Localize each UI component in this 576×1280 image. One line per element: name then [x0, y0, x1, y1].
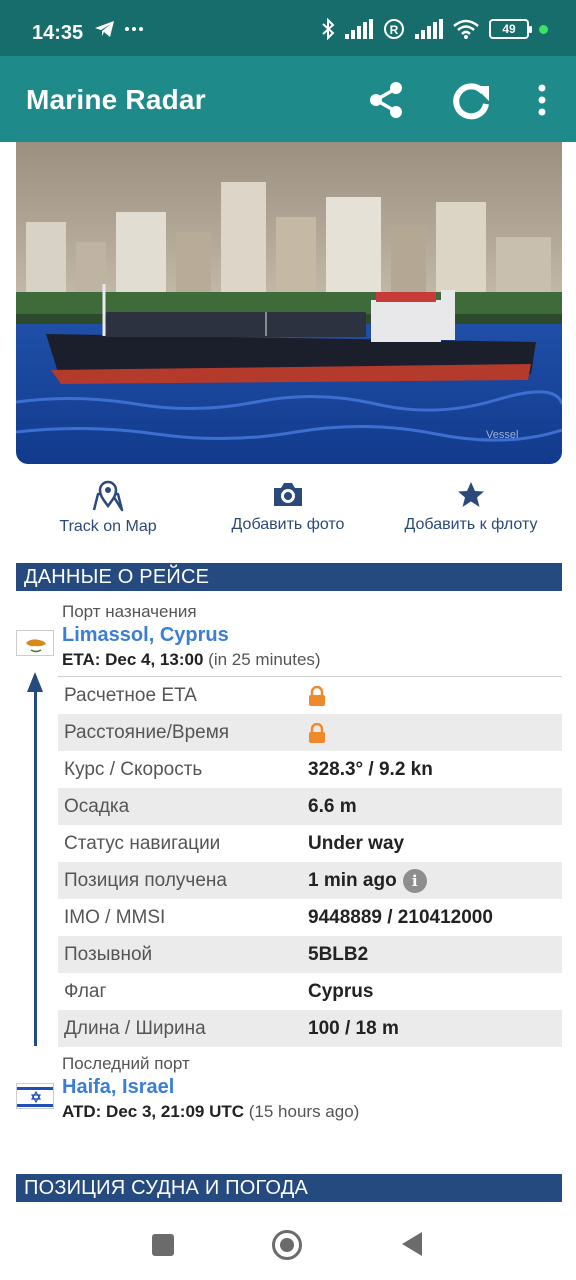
row-value: Cyprus [308, 980, 374, 1002]
status-time: 14:35 [32, 22, 84, 44]
position-weather-section-header: ПОЗИЦИЯ СУДНА И ПОГОДА [16, 1174, 562, 1202]
row-label: IMO / MMSI [64, 906, 166, 928]
destination-eta: ETA: Dec 4, 13:00 (in 25 minutes) [62, 650, 321, 670]
wifi-icon [453, 19, 479, 39]
row-label: Расчетное ETA [64, 684, 197, 706]
row-label: Расстояние/Время [64, 721, 230, 743]
lock-icon[interactable] [308, 722, 326, 743]
row-label: Статус навигации [64, 832, 221, 854]
svg-text:Vessel: Vessel [486, 429, 518, 441]
refresh-icon[interactable] [450, 80, 492, 122]
track-on-map-label: Track on Map [59, 518, 157, 535]
row-value: 9448889 / 210412000 [308, 906, 493, 928]
status-right-icons: R 49 [321, 18, 548, 40]
row-value: Under way [308, 832, 405, 854]
last-port: Последний порт Haifa, Israel ATD: Dec 3,… [16, 1050, 562, 1130]
table-row-course-speed: Курс / Скорость 328.3° / 9.2 kn [58, 751, 562, 788]
app-title: Marine Radar [26, 84, 206, 115]
telegram-icon [95, 21, 114, 37]
row-value: 6.6 m [308, 795, 357, 817]
eta-relative: (in 25 minutes) [208, 650, 321, 669]
table-row-imo-mmsi: IMO / MMSI 9448889 / 210412000 [58, 899, 562, 936]
cyprus-flag-icon [16, 630, 54, 656]
eta-label: ETA: Dec 4, 13:00 [62, 650, 204, 669]
voyage-track-line [34, 676, 37, 1046]
table-row-draught: Осадка 6.6 m [58, 788, 562, 825]
vessel-photo[interactable]: Vessel [16, 142, 562, 464]
signal-icon [345, 19, 373, 39]
atd-label: ATD: Dec 3, 21:09 UTC [62, 1102, 245, 1121]
destination-sub-label: Порт назначения [62, 602, 197, 621]
destination-port-link[interactable]: Limassol, Cyprus [62, 624, 229, 647]
row-label: Осадка [64, 795, 130, 817]
table-row-nav-status: Статус навигации Under way [58, 825, 562, 862]
more-notifications-icon [125, 27, 143, 31]
row-value: 100 / 18 m [308, 1017, 399, 1039]
svg-text:R: R [390, 23, 399, 37]
row-value: 1 min ago [308, 869, 397, 891]
info-icon[interactable]: i [402, 868, 427, 893]
row-label: Длина / Ширина [64, 1017, 206, 1039]
table-row-length-beam: Длина / Ширина 100 / 18 m [58, 1010, 562, 1047]
back-button[interactable] [402, 1232, 422, 1256]
last-port-atd: ATD: Dec 3, 21:09 UTC (15 hours ago) [62, 1102, 359, 1122]
table-row-flag: Флаг Cyprus [58, 973, 562, 1010]
table-row-callsign: Позывной 5BLB2 [58, 936, 562, 973]
track-on-map-button[interactable]: Track on Map [56, 480, 160, 536]
add-to-fleet-label: Добавить к флоту [404, 516, 538, 533]
voyage-info-table: Расчетное ETA Расстояние/Время Курс / Ск… [58, 676, 562, 1047]
row-label: Флаг [64, 980, 107, 1002]
row-label: Позиция получена [64, 869, 227, 891]
atd-relative: (15 hours ago) [248, 1102, 360, 1121]
action-row: Track on Map Добавить фото Добавить к фл… [0, 480, 576, 542]
app-bar: Marine Radar [0, 56, 576, 142]
share-icon[interactable] [366, 80, 406, 120]
system-nav-bar [0, 1206, 576, 1280]
roaming-icon: R [384, 19, 404, 39]
table-row-distance-time: Расстояние/Время [58, 714, 562, 751]
last-port-link[interactable]: Haifa, Israel [62, 1076, 174, 1099]
row-label: Курс / Скорость [64, 758, 203, 780]
recents-button[interactable] [152, 1234, 174, 1256]
signal-icon [415, 19, 443, 39]
battery-icon: 49 [489, 19, 532, 39]
destination-port: Порт назначения Limassol, Cyprus ETA: De… [16, 598, 562, 674]
table-row-estimated-eta: Расчетное ETA [58, 677, 562, 714]
privacy-indicator-dot [539, 24, 548, 34]
bluetooth-icon [322, 18, 335, 40]
home-button[interactable] [272, 1230, 302, 1260]
voyage-track-arrow [27, 672, 43, 692]
status-bar: 14:35 R 49 [0, 0, 576, 56]
map-pin-icon [92, 480, 124, 512]
table-row-position-received: Позиция получена 1 min ago i [58, 862, 562, 899]
star-icon [458, 482, 484, 507]
israel-flag-icon [16, 1083, 54, 1109]
add-photo-label: Добавить фото [231, 516, 345, 533]
add-photo-button[interactable]: Добавить фото [226, 480, 350, 534]
lock-icon[interactable] [308, 685, 326, 706]
status-left-icons [94, 20, 144, 38]
row-label: Позывной [64, 943, 153, 965]
more-vert-icon[interactable] [530, 82, 554, 118]
last-port-sub-label: Последний порт [62, 1054, 190, 1073]
row-value: 5BLB2 [308, 943, 369, 965]
row-value: 328.3° / 9.2 kn [308, 758, 433, 780]
camera-icon [274, 483, 302, 506]
add-to-fleet-button[interactable]: Добавить к флоту [398, 480, 544, 534]
voyage-section-header: ДАННЫЕ О РЕЙСЕ [16, 563, 562, 591]
